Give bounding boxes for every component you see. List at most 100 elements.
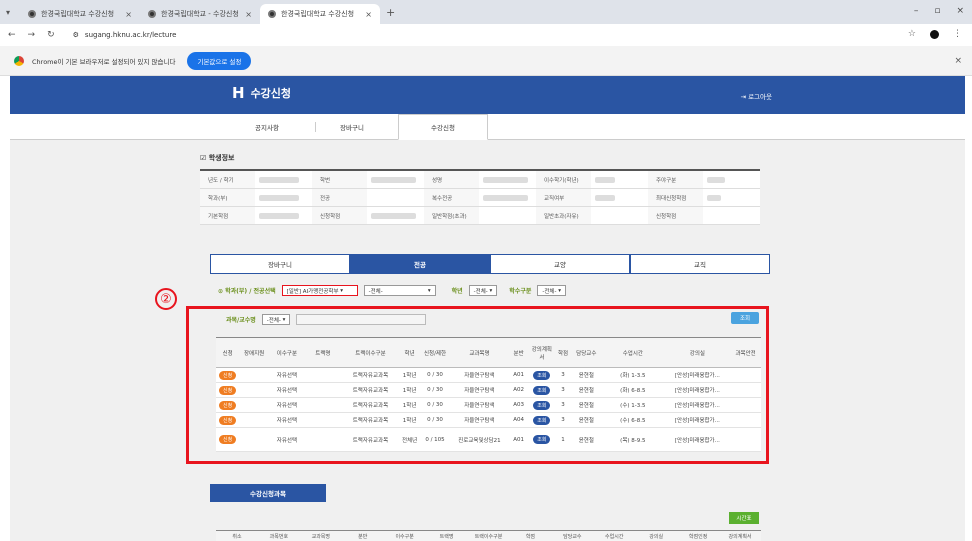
sub-select[interactable]: -전체- ▾ (363, 285, 436, 296)
tab-search-icon[interactable]: ▾ (6, 8, 20, 17)
maximize-icon[interactable]: ▫ (934, 6, 940, 16)
column-header: 분반 (508, 337, 530, 368)
syllabus-button[interactable]: 조회 (533, 370, 551, 380)
cell: 1학년 (400, 412, 420, 428)
column-header: 교과목명 (311, 533, 330, 540)
cell: [안성]미래융합가... (664, 427, 731, 452)
tab-cart[interactable]: 장바구니 (210, 254, 350, 274)
info-label: 학과(부) (200, 189, 255, 206)
cell: (수) 1-3.5 (601, 397, 665, 413)
redacted-value (707, 194, 721, 201)
apply-cell: 신청 (216, 427, 240, 452)
cell: A04 (508, 412, 530, 428)
redacted-value (259, 194, 299, 201)
dept-select[interactable]: [일반] AI가맹전공학부 ▾ (281, 285, 358, 296)
set-default-button[interactable]: 기본값으로 설정 (187, 51, 252, 70)
tab-teaching[interactable]: 교직 (630, 254, 770, 274)
cell: 자율연구탐색 (450, 382, 509, 398)
url-field[interactable]: ⚙ sugang.hknu.ac.kr/lecture (73, 31, 177, 39)
tab-liberal[interactable]: 교양 (490, 254, 630, 274)
apply-button[interactable]: 신청 (219, 385, 237, 395)
nav-notice[interactable]: 공지사항 (222, 114, 312, 140)
cell: 자유선택 (268, 382, 305, 398)
browser-tab-1[interactable]: 한경국립대학교 수강신청 × (20, 4, 140, 24)
cell: 윤현철 (571, 367, 602, 383)
browser-tab-2[interactable]: 한경국립대학교 - 수강신청 × (140, 4, 260, 24)
apply-button[interactable]: 신청 (219, 370, 237, 380)
apply-button[interactable]: 신청 (219, 400, 237, 410)
cell: A01 (508, 427, 530, 452)
tab-title: 한경국립대학교 수강신청 (41, 10, 115, 18)
tab-title: 한경국립대학교 수강신청 (281, 10, 355, 18)
back-icon[interactable]: ← (8, 30, 16, 40)
cell: (목) 8-9.5 (601, 427, 665, 452)
cell (730, 382, 761, 398)
close-infobar-icon[interactable]: × (954, 56, 962, 66)
search-input[interactable] (296, 314, 427, 325)
menu-icon[interactable]: ⋮ (953, 29, 962, 39)
cell: 0 / 30 (419, 397, 451, 413)
nav-registration[interactable]: 수강신청 (398, 114, 488, 140)
year-filter-label: 학년 (451, 288, 463, 295)
apply-button[interactable]: 신청 (219, 415, 237, 425)
info-label: 최대신청학점 (648, 189, 703, 206)
column-header: 트랙이수구분 (340, 337, 401, 368)
infobar-message: Chrome이 기본 브라우저로 설정되어 있지 않습니다 (32, 57, 176, 66)
close-tab-icon[interactable]: × (365, 10, 372, 19)
site-logo[interactable]: H 수강신청 (232, 85, 291, 101)
logout-button[interactable]: ⇥ 로그아웃 (741, 91, 772, 101)
cell (239, 412, 269, 428)
cell: 트랙자유교과목 (340, 427, 401, 452)
timetable-button[interactable]: 시간표 (729, 512, 759, 524)
column-header: 신청/제한 (419, 337, 451, 368)
syllabus-button[interactable]: 조회 (533, 400, 551, 410)
cell: A03 (508, 397, 530, 413)
url-text: sugang.hknu.ac.kr/lecture (84, 31, 177, 39)
info-value (591, 207, 648, 224)
info-value (367, 189, 424, 206)
cell: 트랙자유교과목 (340, 412, 401, 428)
tab-major[interactable]: 전공 (350, 254, 490, 274)
forward-icon[interactable]: → (28, 30, 36, 40)
cell (239, 427, 269, 452)
course-table: 신청 장애지원 이수구분 트랙명 트랙이수구분 학년 신청/제한 교과목명 분반… (216, 337, 761, 452)
minimize-icon[interactable]: – (914, 6, 919, 16)
column-header: 수업시간 (605, 533, 624, 540)
info-label: 전공 (312, 189, 367, 206)
cell (730, 367, 761, 383)
syllabus-button[interactable]: 조회 (533, 415, 551, 425)
close-window-icon[interactable]: × (956, 6, 964, 16)
type-select[interactable]: -전체- ▾ (537, 285, 566, 296)
table-row: 신청 자유선택 트랙자유교과목 1학년 0 / 30 자율연구탐색 A03 조회… (216, 397, 761, 413)
cell: 3 (554, 412, 572, 428)
cell: 0 / 105 (419, 427, 451, 452)
syllabus-button[interactable]: 조회 (533, 435, 551, 444)
browser-tab-bar: ▾ 한경국립대학교 수강신청 × 한경국립대학교 - 수강신청 × 한경국립대학… (0, 0, 972, 24)
new-tab-icon[interactable]: + (386, 6, 395, 19)
column-header: 강의실 (664, 337, 731, 368)
query-button[interactable]: 조회 (731, 312, 759, 324)
column-header: 이수구분 (395, 533, 414, 540)
search-select[interactable]: -전체- ▾ (261, 314, 291, 325)
profile-avatar[interactable] (930, 29, 939, 39)
close-tab-icon[interactable]: × (125, 10, 132, 19)
column-header: 과목안전 (730, 337, 761, 368)
site-info-icon[interactable]: ⚙ (73, 31, 79, 39)
info-value (479, 171, 536, 188)
cell: 자율연구탐색 (450, 397, 509, 413)
cell: 1학년 (400, 397, 420, 413)
redacted-value (483, 176, 528, 183)
redacted-value (371, 176, 416, 183)
close-tab-icon[interactable]: × (245, 10, 252, 19)
nav-cart[interactable]: 장바구니 (307, 114, 397, 140)
apply-button[interactable]: 신청 (219, 435, 237, 444)
plan-cell: 조회 (529, 412, 555, 428)
syllabus-button[interactable]: 조회 (533, 385, 551, 395)
year-select[interactable]: -전체- ▾ (468, 285, 498, 296)
bookmark-star-icon[interactable]: ☆ (908, 29, 916, 39)
cell: (화) 1-3.5 (601, 367, 665, 383)
registered-courses-title: 수강신청과목 (210, 484, 326, 502)
redacted-value (371, 212, 416, 219)
reload-icon[interactable]: ↻ (47, 30, 55, 40)
browser-tab-3[interactable]: 한경국립대학교 수강신청 × (260, 4, 380, 24)
